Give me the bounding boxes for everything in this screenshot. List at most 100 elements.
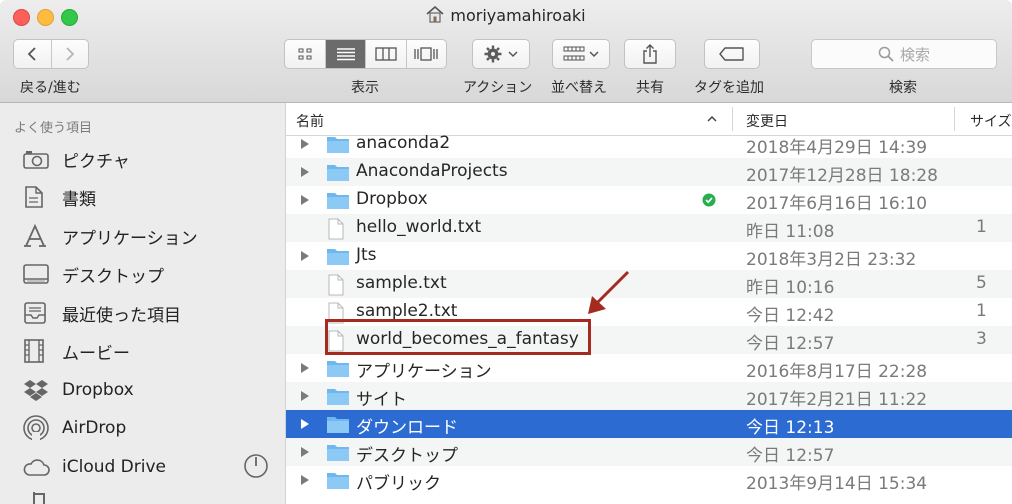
file-date: 昨日 11:08 xyxy=(746,222,835,242)
sidebar-item-movies[interactable]: ムービー xyxy=(22,337,130,365)
gear-icon xyxy=(484,45,502,63)
folder-row[interactable]: ダウンロード 今日 12:13 xyxy=(286,410,1012,438)
add-tag-label: タグを追加 xyxy=(694,80,764,96)
toolbar: moriyamahiroaki 戻る/進む 表示 アクション 並べ替え 共有 タ… xyxy=(0,0,1012,103)
list-view-button[interactable] xyxy=(326,40,367,68)
file-date: 2017年2月21日 11:22 xyxy=(746,390,928,410)
folder-icon xyxy=(327,193,349,209)
columns-icon xyxy=(375,47,397,61)
disclosure-triangle-icon[interactable] xyxy=(300,418,310,430)
annotation-arrow xyxy=(588,270,630,314)
folder-row[interactable]: AnacondaProjects 2017年12月28日 18:28 xyxy=(286,158,1012,186)
sidebar-item-icloud-drive[interactable]: iCloud Drive xyxy=(22,453,166,481)
grid-icon xyxy=(298,48,312,60)
camera-icon xyxy=(22,145,56,173)
desktop-icon xyxy=(22,260,56,288)
sidebar-item-airdrop[interactable]: AirDrop xyxy=(22,414,126,442)
view-mode-control xyxy=(284,39,447,69)
folder-icon xyxy=(327,445,349,461)
file-size: 5 xyxy=(976,273,987,293)
recents-icon xyxy=(22,299,56,327)
gallery-view-button[interactable] xyxy=(407,40,446,68)
file-name: AnacondaProjects xyxy=(356,161,508,181)
sidebar-item-label: AirDrop xyxy=(62,418,127,438)
home-folder-icon xyxy=(426,5,444,27)
sidebar-item-label: Dropbox xyxy=(62,380,134,400)
file-name: sample.txt xyxy=(356,273,447,293)
icloud-progress-icon xyxy=(243,453,269,483)
search-icon xyxy=(878,46,894,62)
file-row[interactable]: sample.txt 昨日 10:16 5 xyxy=(286,270,1012,298)
nav-label: 戻る/進む xyxy=(20,80,81,96)
share-button[interactable] xyxy=(624,39,676,69)
file-date: 2013年9月14日 15:34 xyxy=(746,474,928,494)
sort-ascending-icon xyxy=(707,115,717,122)
annotation-highlight-box xyxy=(325,319,591,355)
folder-row[interactable]: Dropbox 2017年6月16日 16:10 xyxy=(286,186,1012,214)
sidebar-item-label: ムービー xyxy=(62,343,130,364)
add-tag-button[interactable] xyxy=(704,39,760,69)
disclosure-triangle-icon[interactable] xyxy=(300,166,310,178)
disclosure-triangle-icon[interactable] xyxy=(300,474,310,486)
dropbox-icon xyxy=(22,376,56,404)
file-date: 今日 12:13 xyxy=(746,418,835,438)
sidebar-item-recents[interactable]: 最近使った項目 xyxy=(22,299,181,327)
folder-icon xyxy=(327,165,349,181)
file-name: Dropbox xyxy=(356,189,428,209)
sidebar-item-label: アプリケーション xyxy=(62,228,198,249)
disclosure-triangle-icon[interactable] xyxy=(300,390,310,402)
file-date: 2017年6月16日 16:10 xyxy=(746,194,928,214)
folder-row[interactable]: デスクトップ 今日 12:57 xyxy=(286,438,1012,466)
sidebar-item-label: デスクトップ xyxy=(62,266,164,287)
column-modified-header[interactable]: 変更日 xyxy=(746,111,788,131)
folder-icon xyxy=(327,249,349,265)
sidebar-item-dropbox[interactable]: Dropbox xyxy=(22,376,134,404)
folder-row[interactable]: Jts 2018年3月2日 23:32 xyxy=(286,242,1012,270)
column-name-header[interactable]: 名前 xyxy=(296,111,324,131)
sidebar-item-applications[interactable]: アプリケーション xyxy=(22,222,198,250)
share-label: 共有 xyxy=(636,80,664,96)
sidebar-item-pictures[interactable]: ピクチャ xyxy=(22,145,130,173)
forward-button[interactable] xyxy=(52,40,88,68)
file-name: Jts xyxy=(356,245,377,265)
file-name: anaconda2 xyxy=(356,133,451,153)
sidebar-item-documents[interactable]: 書類 xyxy=(22,183,96,211)
disclosure-triangle-icon[interactable] xyxy=(300,250,310,262)
back-forward-control xyxy=(13,39,89,69)
cloud-icon xyxy=(22,453,56,481)
folder-row[interactable]: アプリケーション 2016年8月17日 22:28 xyxy=(286,354,1012,382)
action-label: アクション xyxy=(463,80,533,96)
search-placeholder: 検索 xyxy=(899,45,930,64)
window-title-bar: moriyamahiroaki xyxy=(0,5,1012,27)
file-size: 1 xyxy=(976,301,987,321)
arrange-button[interactable] xyxy=(552,39,610,69)
column-view-button[interactable] xyxy=(366,40,407,68)
file-date: 今日 12:42 xyxy=(746,306,835,326)
file-list: 名前 変更日 サイズ anaconda2 2018年4月29日 14:39 Anac… xyxy=(286,103,1012,504)
file-date: 今日 12:57 xyxy=(746,334,835,354)
icon-view-button[interactable] xyxy=(285,40,327,68)
file-name: sample2.txt xyxy=(356,301,458,321)
file-name: ダウンロード xyxy=(356,418,458,438)
action-button[interactable] xyxy=(472,39,530,69)
folder-row[interactable]: パブリック 2013年9月14日 15:34 xyxy=(286,466,1012,494)
file-size: 3 xyxy=(976,329,987,349)
folder-icon xyxy=(327,389,349,405)
file-date: 今日 12:57 xyxy=(746,446,835,466)
folder-row[interactable]: サイト 2017年2月21日 11:22 xyxy=(286,382,1012,410)
finder-window: moriyamahiroaki 戻る/進む 表示 アクション 並べ替え 共有 タ… xyxy=(0,0,1012,504)
disclosure-triangle-icon[interactable] xyxy=(300,194,310,206)
applications-icon xyxy=(22,222,56,250)
folder-row[interactable]: anaconda2 2018年4月29日 14:39 xyxy=(286,130,1012,158)
sidebar-item-desktop[interactable]: デスクトップ xyxy=(22,260,164,288)
disclosure-triangle-icon[interactable] xyxy=(300,138,310,150)
column-size-header[interactable]: サイズ xyxy=(970,111,1012,131)
sidebar-item-label: 書類 xyxy=(62,189,96,210)
disclosure-triangle-icon[interactable] xyxy=(300,362,310,374)
search-field[interactable]: 検索 xyxy=(811,39,997,69)
disclosure-triangle-icon[interactable] xyxy=(300,446,310,458)
folder-icon xyxy=(327,417,349,433)
back-button[interactable] xyxy=(14,40,52,68)
file-row[interactable]: hello_world.txt 昨日 11:08 1 xyxy=(286,214,1012,242)
list-icon xyxy=(336,48,355,61)
